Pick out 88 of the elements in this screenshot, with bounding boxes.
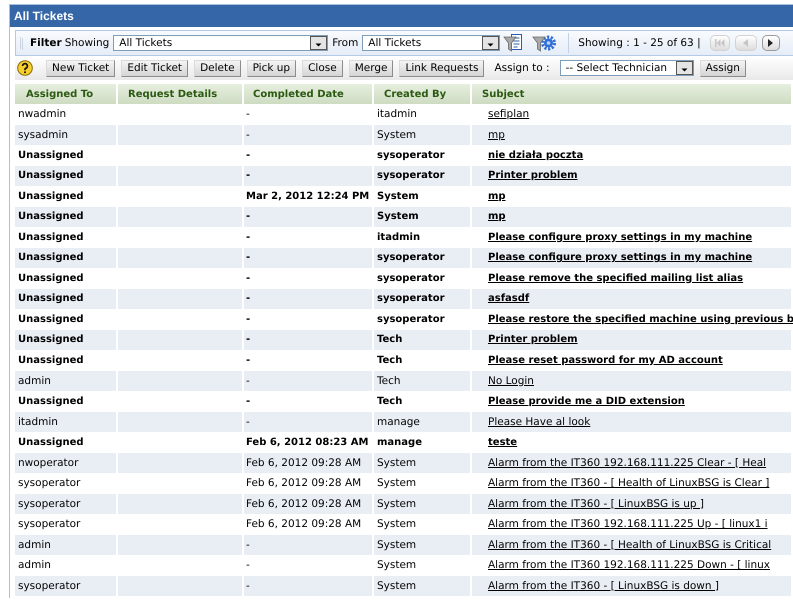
creator-cell: Tech xyxy=(374,370,472,391)
toolbar-button[interactable]: Close xyxy=(302,60,343,76)
creator-cell: Tech xyxy=(374,330,472,350)
assignee-cell: Unassigned xyxy=(15,288,118,309)
toolbar-button[interactable]: Merge xyxy=(348,60,394,76)
creator-cell: System xyxy=(374,124,472,145)
creator-cell: sysoperator xyxy=(374,248,472,268)
toolbar-button[interactable]: Delete xyxy=(194,60,241,76)
window-title: All Tickets xyxy=(10,5,793,27)
subject-link[interactable]: Please Have al look xyxy=(488,416,590,428)
column-header[interactable]: Subject xyxy=(472,84,793,104)
subject-link[interactable]: No Login xyxy=(488,374,534,387)
subject-link[interactable]: Printer problem xyxy=(488,334,578,346)
subject-link[interactable]: Alarm from the IT360 192.168.111.225 Up - [ linux1 i xyxy=(488,518,768,530)
date-cell: - xyxy=(244,330,374,350)
subject-link[interactable]: asfasdf xyxy=(488,293,530,304)
date-cell: - xyxy=(244,248,374,268)
funnel-gear-icon[interactable] xyxy=(532,33,556,53)
toolbar-button[interactable]: New Ticket xyxy=(46,60,116,76)
subject-link[interactable]: Please reset password for my AD account xyxy=(488,354,723,366)
paging-text: Showing : 1 - 25 of 63 | xyxy=(578,37,701,49)
subject-link[interactable]: Please remove the specified mailing list alias xyxy=(488,272,744,284)
date-cell: Feb 6, 2012 09:28 AM xyxy=(244,494,374,514)
creator-cell: System xyxy=(374,452,472,473)
date-cell: - xyxy=(244,576,374,596)
subject-link[interactable]: Alarm from the IT360 192.168.111.225 Clear - [ Heal xyxy=(488,456,766,469)
column-header[interactable]: Completed Date xyxy=(244,84,374,104)
assign-button[interactable]: Assign xyxy=(700,60,746,76)
funnel-document-icon[interactable] xyxy=(503,33,524,53)
subject-link[interactable]: Please provide me a DID extension xyxy=(488,396,685,407)
assign-label: Assign to : xyxy=(494,62,550,74)
subject-link[interactable]: mp xyxy=(488,128,505,141)
assignee-cell: sysoperator xyxy=(15,494,118,514)
column-header[interactable]: Assigned To xyxy=(15,84,118,104)
assignee-cell: sysoperator xyxy=(15,576,118,596)
subject-link[interactable]: Please configure proxy settings in my machine xyxy=(488,252,752,264)
toolbar-button[interactable]: Edit Ticket xyxy=(121,60,188,76)
subject-link[interactable]: Alarm from the IT360 192.168.111.225 Down - [ linux xyxy=(488,559,770,572)
creator-cell: System xyxy=(374,534,472,555)
previous-icon xyxy=(743,39,748,47)
subject-link[interactable]: teste xyxy=(488,436,518,448)
assignee-cell: Unassigned xyxy=(15,330,118,350)
creator-cell: manage xyxy=(374,412,472,432)
creator-cell: System xyxy=(374,206,472,227)
toolbar-button[interactable]: Pick up xyxy=(246,60,296,76)
subject-link[interactable]: nie działa poczta xyxy=(488,150,584,161)
creator-cell: System xyxy=(374,576,472,596)
filter-title: Filter xyxy=(30,37,62,49)
subject-link[interactable]: Alarm from the IT360 - [ Health of LinuxBSG is Clear ] xyxy=(488,477,770,490)
subject-link[interactable]: mp xyxy=(488,211,506,222)
help-icon[interactable] xyxy=(17,60,33,76)
date-cell: - xyxy=(244,206,374,227)
assignee-cell: nwoperator xyxy=(15,452,118,473)
date-cell: - xyxy=(244,288,374,309)
subject-link[interactable]: mp xyxy=(488,190,506,202)
assignee-cell: Unassigned xyxy=(15,248,118,268)
first-page-icon xyxy=(714,39,725,47)
subject-link[interactable]: Printer problem xyxy=(488,170,578,182)
from-dropdown[interactable]: All Tickets xyxy=(362,35,500,51)
assignee-cell: sysadmin xyxy=(15,124,118,145)
assignee-cell: admin xyxy=(15,370,118,391)
column-header[interactable]: Request Details xyxy=(118,84,244,104)
assignee-cell: itadmin xyxy=(15,412,118,432)
date-cell: - xyxy=(244,534,374,555)
from-label: From xyxy=(332,37,358,49)
technician-dropdown[interactable]: -- Select Technician xyxy=(560,60,694,76)
assignee-cell: admin xyxy=(15,534,118,555)
date-cell: Feb 6, 2012 09:28 AM xyxy=(244,452,374,473)
creator-cell: sysoperator xyxy=(374,166,472,186)
subject-link[interactable]: sefiplan xyxy=(488,108,530,120)
creator-cell: System xyxy=(374,494,472,514)
assignee-cell: Unassigned xyxy=(15,206,118,227)
subject-link[interactable]: Alarm from the IT360 - [ Health of LinuxBSG is Critical xyxy=(488,538,772,551)
date-cell: - xyxy=(244,370,374,391)
toolbar-button[interactable]: Link Requests xyxy=(399,60,484,76)
subject-link[interactable]: Please configure proxy settings in my machine xyxy=(488,232,752,243)
date-cell: - xyxy=(244,166,374,186)
date-cell: - xyxy=(244,124,374,145)
next-page-button[interactable] xyxy=(762,35,780,51)
subject-link[interactable]: Alarm from the IT360 - [ LinuxBSG is up ] xyxy=(488,498,704,510)
showing-label: Showing xyxy=(64,37,110,49)
column-header[interactable]: Created By xyxy=(374,84,472,104)
subject-link[interactable]: Alarm from the IT360 - [ LinuxBSG is down ] xyxy=(488,580,719,592)
showing-dropdown[interactable]: All Tickets xyxy=(113,35,328,51)
assignee-cell: Unassigned xyxy=(15,166,118,186)
date-cell: - xyxy=(244,412,374,432)
creator-cell: sysoperator xyxy=(374,288,472,309)
next-icon xyxy=(768,39,774,47)
